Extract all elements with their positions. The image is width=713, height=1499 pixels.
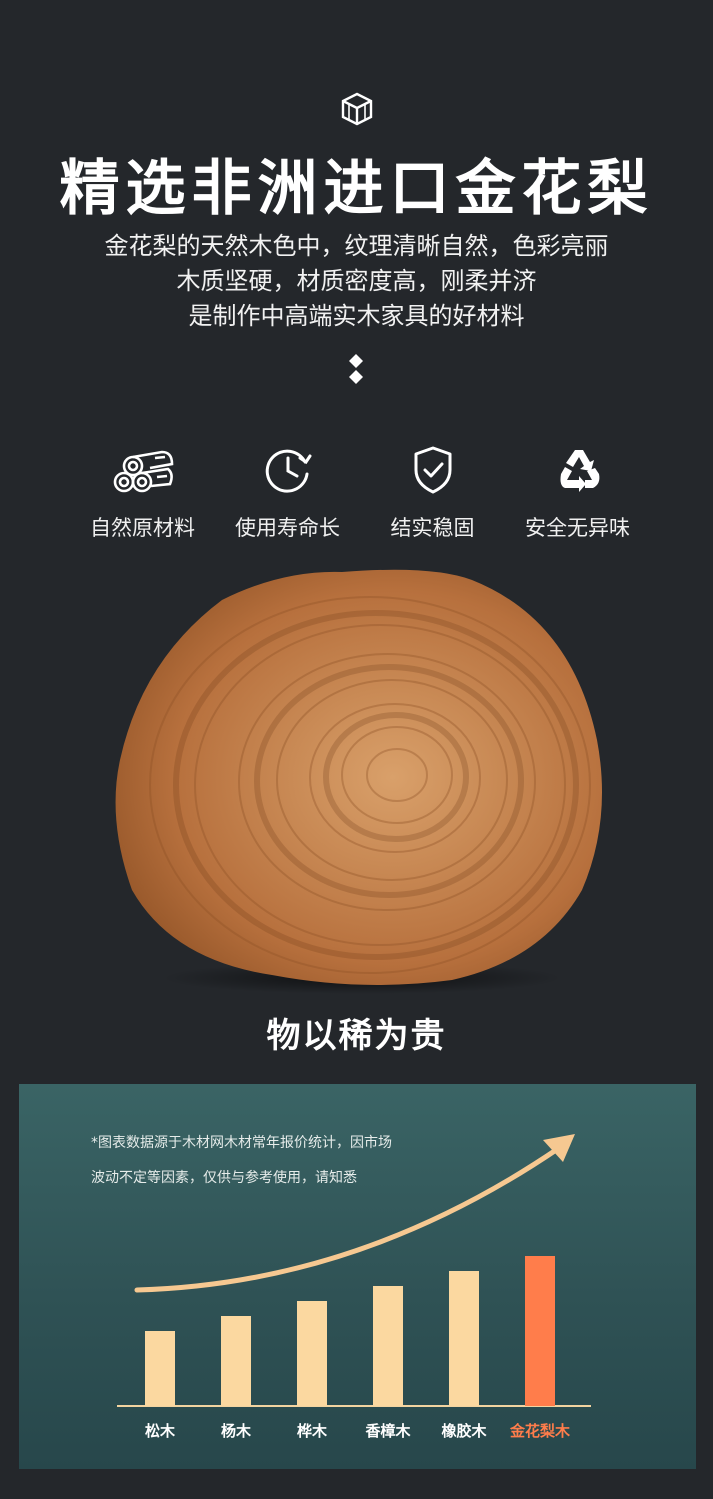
x-tick-label: 桦木 [297, 1422, 328, 1440]
feature-label: 自然原材料 [90, 516, 195, 540]
wood-cube-icon [341, 92, 373, 126]
page-title: 精选非洲进口金花梨 [59, 154, 654, 224]
clock-icon [265, 449, 311, 493]
feature-long-life: 使用寿命长 [215, 444, 360, 542]
price-bar-chart: 松木 杨木 桦木 香樟木 橡胶木 金花梨木 [117, 1134, 591, 1440]
description: 金花梨的天然木色中，纹理清晰自然，色彩亮丽 木质坚硬，材质密度高，刚柔并济 是制… [0, 229, 713, 334]
feature-odorless: 安全无异味 [505, 444, 650, 542]
x-tick-label: 金花梨木 [509, 1422, 571, 1440]
logs-icon [113, 450, 173, 493]
description-line: 木质坚硬，材质密度高，刚柔并济 [176, 267, 537, 295]
x-tick-label: 杨木 [221, 1422, 252, 1440]
x-tick-label: 橡胶木 [441, 1422, 487, 1440]
bar [449, 1271, 479, 1406]
double-diamond-icon [349, 354, 363, 384]
feature-label: 使用寿命长 [235, 516, 340, 540]
wood-slice-image [115, 569, 603, 994]
x-tick-label: 松木 [145, 1422, 176, 1440]
feature-sturdy: 结实稳固 [360, 444, 505, 542]
feature-label: 安全无异味 [525, 516, 630, 540]
feature-natural-material: 自然原材料 [70, 444, 215, 542]
price-chart-panel: *图表数据源于木材网木材常年报价统计，因市场 波动不定等因素，仅供与参考使用，请… [19, 1084, 696, 1469]
bar [297, 1301, 327, 1406]
recycle-icon [560, 450, 599, 492]
section-subtitle: 物以稀为贵 [266, 1016, 447, 1056]
shield-check-icon [414, 446, 451, 494]
x-tick-label: 香樟木 [365, 1422, 411, 1440]
bar [145, 1331, 175, 1406]
feature-list: 自然原材料 使用寿命长 结实稳固 安全无异味 [70, 444, 650, 542]
description-line: 金花梨的天然木色中，纹理清晰自然，色彩亮丽 [104, 232, 609, 260]
trend-arrow-line [134, 1145, 562, 1293]
bar [373, 1286, 403, 1406]
bar [221, 1316, 251, 1406]
feature-label: 结实稳固 [390, 516, 475, 540]
description-line: 是制作中高端实木家具的好材料 [188, 302, 525, 330]
bar [525, 1256, 555, 1406]
